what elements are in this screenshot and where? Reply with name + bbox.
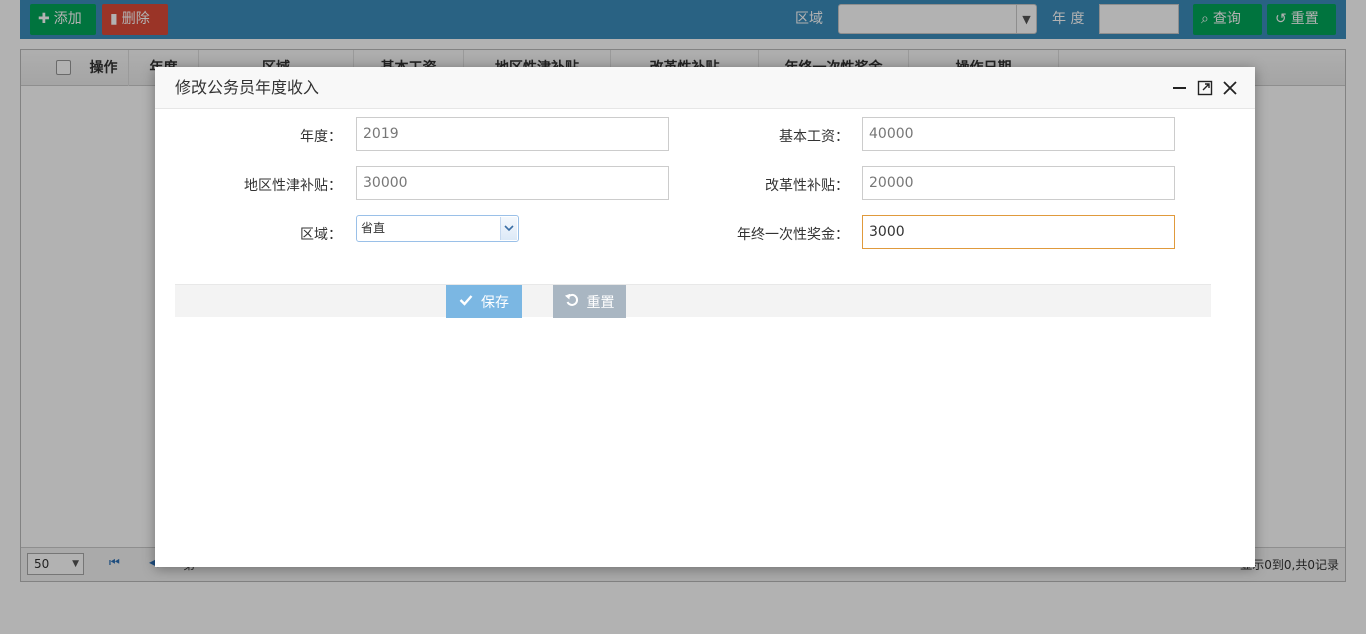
minimize-icon[interactable] [1169, 78, 1189, 98]
dialog-header: 修改公务员年度收入 [155, 67, 1255, 109]
bonus-input[interactable]: 3000 [862, 215, 1175, 249]
close-icon[interactable] [1220, 78, 1240, 98]
undo-icon [564, 293, 579, 311]
chevron-down-icon [500, 217, 517, 240]
save-button[interactable]: 保存 [446, 285, 522, 318]
check-icon [459, 294, 473, 310]
region-select[interactable]: 省直 [356, 215, 519, 242]
bonus-label: 年终一次性奖金： [737, 227, 849, 243]
base-salary-label: 基本工资： [779, 129, 849, 145]
reset-button[interactable]: 重置 [553, 285, 626, 318]
reform-subsidy-label: 改革性补贴： [765, 178, 849, 194]
regional-allowance-label: 地区性津补贴： [244, 178, 342, 194]
base-salary-input[interactable]: 40000 [862, 117, 1175, 151]
maximize-icon[interactable] [1195, 78, 1215, 98]
year-label: 年度： [300, 129, 342, 145]
year-input[interactable]: 2019 [356, 117, 669, 151]
edit-income-dialog: 修改公务员年度收入 年度： 2019 基本工资： 40000 地区性津补贴： 3… [155, 67, 1255, 567]
dialog-button-bar: 保存 重置 [175, 284, 1211, 318]
region-label: 区域： [300, 227, 342, 243]
regional-allowance-input[interactable]: 30000 [356, 166, 669, 200]
reform-subsidy-input[interactable]: 20000 [862, 166, 1175, 200]
dialog-title: 修改公务员年度收入 [175, 78, 320, 97]
